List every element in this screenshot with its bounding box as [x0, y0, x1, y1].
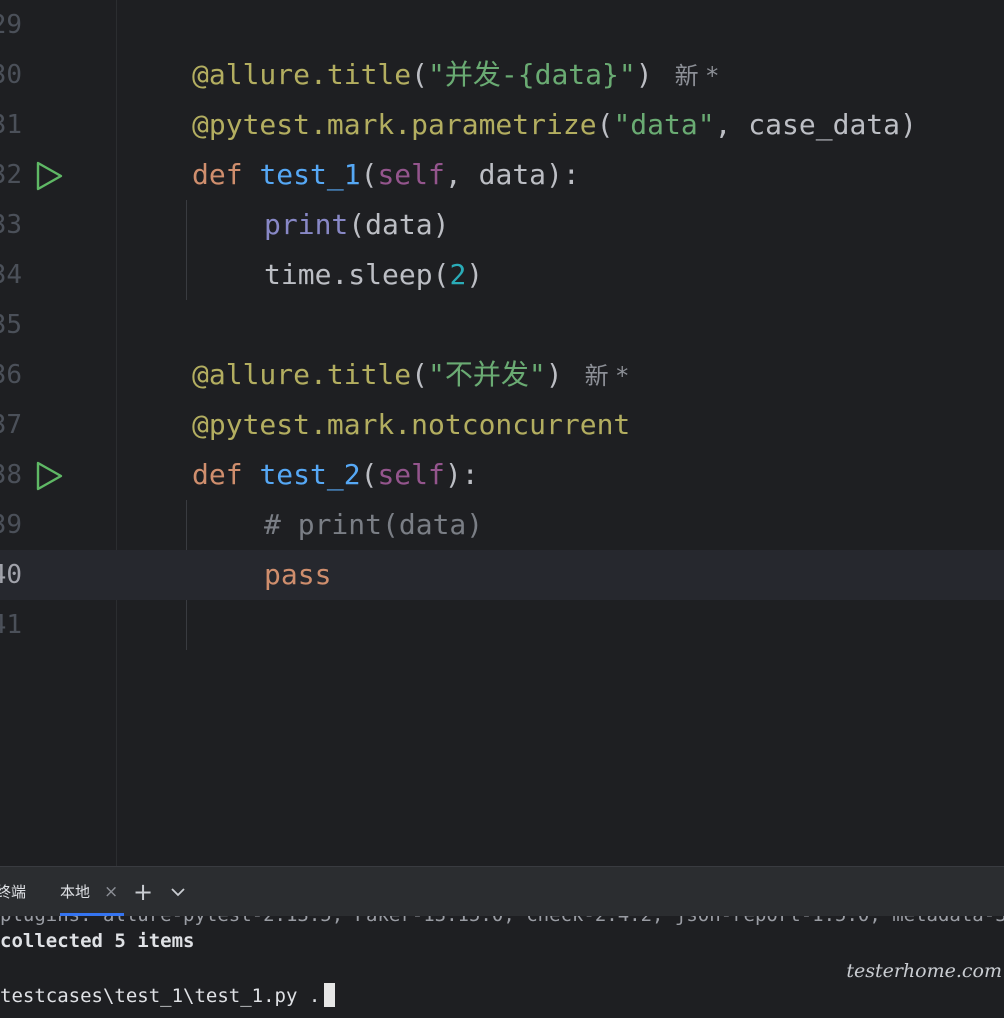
line-number: 39	[0, 510, 22, 540]
close-icon[interactable]: ×	[104, 867, 118, 917]
code-token: , case_data)	[714, 108, 917, 141]
code-text: @pytest.mark.notconcurrent	[192, 400, 630, 450]
line-number: 35	[0, 310, 22, 340]
watermark-logo: testerhome.com	[846, 960, 1002, 982]
line-number: 37	[0, 410, 22, 440]
code-token: , data):	[444, 158, 580, 191]
code-text: @allure.title("并发-{data}") 新 *	[192, 50, 718, 100]
code-line[interactable]: 32 def test_1(self, data):	[0, 150, 1004, 200]
code-line-current[interactable]: 40 pass	[0, 550, 1004, 600]
line-number: 40	[0, 560, 22, 590]
code-text: def test_2(self):	[192, 450, 479, 500]
code-line[interactable]: 38 def test_2(self):	[0, 450, 1004, 500]
comment-token: # print(data)	[264, 508, 484, 541]
code-token: time.sleep(	[264, 258, 450, 291]
paren-token: (	[360, 158, 378, 191]
terminal-panel-title[interactable]: 终端	[0, 867, 26, 917]
line-number: 41	[0, 610, 22, 640]
terminal-output-line: plugins: allure-pytest-2.13.5, Faker-13.…	[0, 916, 1004, 926]
keyword-token: pass	[264, 558, 332, 591]
paren-token: (	[360, 458, 378, 491]
run-test-icon[interactable]	[34, 161, 64, 191]
code-line[interactable]: 35	[0, 300, 1004, 350]
add-tab-icon[interactable]: +	[133, 867, 153, 917]
terminal-path-text: testcases\test_1\test_1.py .	[0, 985, 321, 1007]
number-token: 2	[449, 258, 467, 291]
author-inlay-hint[interactable]: 新 *	[675, 62, 719, 90]
function-name-token: test_2	[259, 458, 361, 491]
keyword-token: def	[192, 158, 243, 191]
run-test-icon[interactable]	[34, 461, 64, 491]
code-token: )	[466, 258, 484, 291]
code-text: # print(data)	[264, 500, 483, 550]
line-number: 38	[0, 460, 22, 490]
paren-token: (	[411, 358, 429, 391]
self-token: self	[377, 458, 445, 491]
terminal-output-line: testcases\test_1\test_1.py .	[0, 983, 336, 1007]
string-token: "并发-{data}"	[428, 58, 636, 91]
terminal-output-line: collected 5 items	[0, 930, 195, 952]
code-line[interactable]: 37 @pytest.mark.notconcurrent	[0, 400, 1004, 450]
string-token: "不并发"	[428, 358, 546, 391]
builtin-token: print	[264, 208, 349, 241]
code-text: time.sleep(2)	[264, 250, 483, 300]
decorator-token: @allure.title	[192, 58, 412, 91]
code-text: pass	[264, 550, 331, 600]
code-token: (data)	[348, 208, 450, 241]
code-text: @pytest.mark.parametrize("data", case_da…	[192, 100, 917, 150]
paren-token: (	[411, 58, 429, 91]
line-number: 33	[0, 210, 22, 240]
line-number: 31	[0, 110, 22, 140]
chevron-down-icon[interactable]	[168, 884, 188, 900]
line-number: 34	[0, 260, 22, 290]
terminal-cursor	[324, 983, 336, 1007]
code-line[interactable]: 29	[0, 0, 1004, 50]
code-line[interactable]: 39 # print(data)	[0, 500, 1004, 550]
function-name-token: test_1	[259, 158, 361, 191]
keyword-token: def	[192, 458, 243, 491]
line-number: 32	[0, 160, 22, 190]
paren-token: )	[545, 358, 563, 391]
tab-local[interactable]: 本地 ×	[58, 867, 128, 917]
code-line[interactable]: 41	[0, 600, 1004, 650]
tab-local-label: 本地	[60, 883, 91, 901]
self-token: self	[377, 158, 445, 191]
terminal-tab-bar: 终端 本地 × +	[0, 866, 1004, 917]
code-token: ):	[444, 458, 479, 491]
string-token: "data"	[613, 108, 715, 141]
code-line[interactable]: 34 time.sleep(2)	[0, 250, 1004, 300]
code-text: print(data)	[264, 200, 449, 250]
paren-token: (	[596, 108, 614, 141]
code-text: @allure.title("不并发") 新 *	[192, 350, 628, 400]
author-inlay-hint[interactable]: 新 *	[585, 362, 629, 390]
code-text: def test_1(self, data):	[192, 150, 580, 200]
decorator-token: @pytest.mark.notconcurrent	[192, 408, 631, 441]
code-line[interactable]: 33 print(data)	[0, 200, 1004, 250]
line-number: 36	[0, 360, 22, 390]
code-line[interactable]: 36 @allure.title("不并发") 新 *	[0, 350, 1004, 400]
line-number: 29	[0, 10, 22, 40]
decorator-token: @pytest.mark.parametrize	[192, 108, 597, 141]
paren-token: )	[635, 58, 653, 91]
code-line[interactable]: 30 @allure.title("并发-{data}") 新 *	[0, 50, 1004, 100]
decorator-token: @allure.title	[192, 358, 412, 391]
code-editor[interactable]: 29 30 @allure.title("并发-{data}")新 * 31 @…	[0, 0, 1004, 866]
line-number: 30	[0, 60, 22, 90]
code-line[interactable]: 31 @pytest.mark.parametrize("data", case…	[0, 100, 1004, 150]
